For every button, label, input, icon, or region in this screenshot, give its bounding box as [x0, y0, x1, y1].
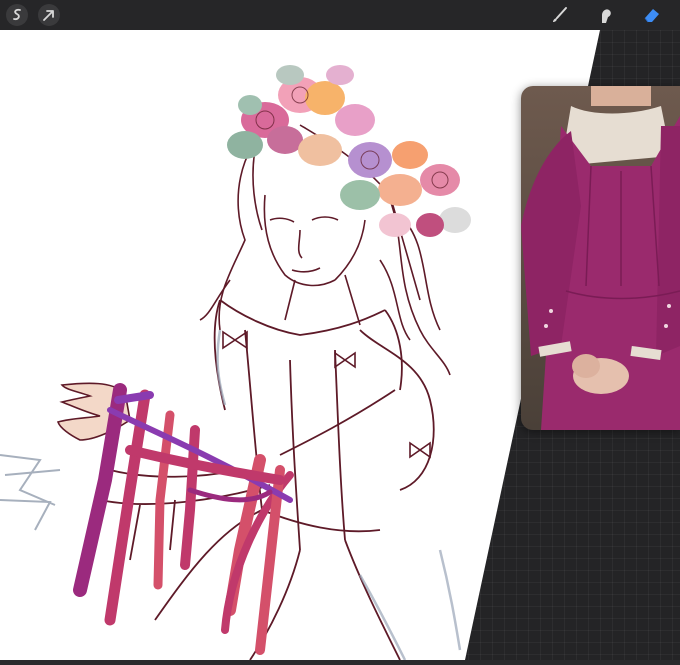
- top-toolbar: [0, 0, 680, 30]
- brush-icon: [553, 7, 567, 22]
- actions-button[interactable]: [6, 4, 28, 26]
- smudge-tool-button[interactable]: [594, 3, 618, 27]
- eraser-tool-button[interactable]: [640, 3, 664, 27]
- brush-tool-button[interactable]: [548, 3, 572, 27]
- smudge-finger-icon: [602, 9, 611, 23]
- reference-image-panel[interactable]: [521, 86, 680, 430]
- reference-photo: [521, 86, 680, 430]
- transform-button[interactable]: [38, 4, 60, 26]
- arrow-cursor-icon: [43, 10, 54, 21]
- flower-crown: [227, 65, 471, 237]
- wrench-s-icon: [13, 8, 21, 21]
- eraser-icon: [644, 9, 659, 23]
